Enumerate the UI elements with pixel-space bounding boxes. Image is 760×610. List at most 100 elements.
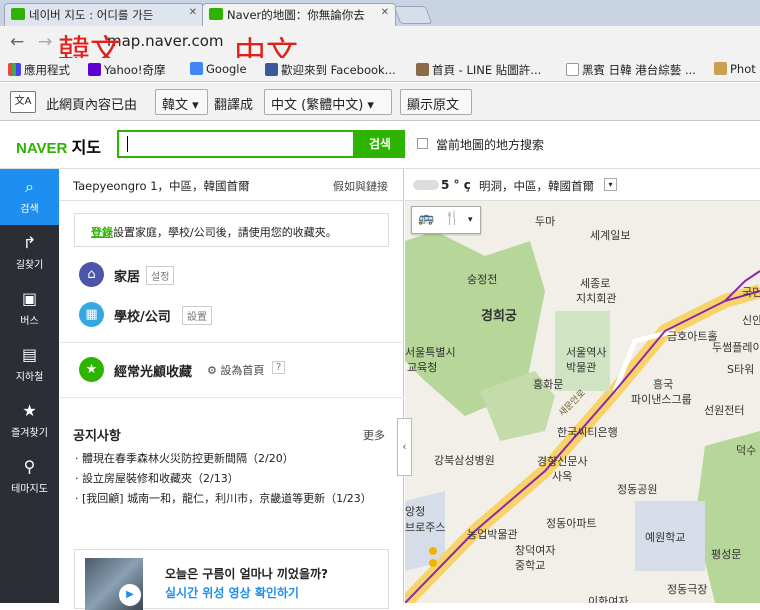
show-original-button[interactable]: 顯示原文 (400, 89, 472, 115)
map-label: 흥국 (653, 378, 674, 391)
notice-title: 공지사항 (73, 429, 121, 444)
bookmark-yahoo[interactable]: Yahoo!奇摩 (88, 62, 165, 78)
frequent-favorites[interactable]: ★ 經常光顧收藏 ⚙ 設為首頁 ? (79, 357, 399, 383)
map-label: 중학교 (515, 559, 546, 572)
search-button[interactable]: 검색 (355, 130, 405, 158)
map-label: 지치회관 (576, 292, 617, 305)
map-label: 브로주스 (405, 521, 446, 534)
restaurant-icon[interactable]: 🍴 (444, 211, 460, 226)
map-label: 세종로 (580, 277, 611, 290)
bus-stop-marker (429, 559, 437, 567)
map-label: 서울특별시 (405, 346, 456, 359)
notice-more-link[interactable]: 更多 (363, 427, 385, 443)
map-label: 강북삼성병원 (434, 454, 495, 467)
star-icon: ★ (22, 401, 37, 420)
map-header: NAVER 지도 검색 當前地圖的地方搜索 (0, 121, 760, 169)
map-label: 파이낸스그룹 (631, 393, 692, 406)
new-tab-button[interactable] (393, 6, 433, 24)
school-set-button[interactable]: 設置 (182, 306, 212, 325)
bookmark-apps[interactable]: 應用程式 (8, 62, 70, 78)
map-label: 박물관 (566, 361, 597, 374)
home-icon: ⌂ (79, 262, 104, 287)
page-icon (566, 63, 579, 76)
login-prompt: 登錄設置家庭，學校/公司後，請使用您的收藏夾。 (74, 213, 389, 247)
weather-temperature: 5 ° ç (441, 178, 471, 192)
map-label: S타워 (727, 363, 755, 376)
banner-headline: 오늘은 구름이 얼마나 끼었을까? (165, 567, 329, 581)
bus-layer-icon[interactable]: 🚌 (418, 211, 434, 226)
bookmark-facebook[interactable]: 歡迎來到 Facebook... (265, 62, 396, 78)
nav-bus[interactable]: ▣ 버스 (0, 281, 59, 337)
weather-bar: 5 ° ç 明洞，中區，韓國首爾 ▾ (405, 169, 760, 201)
bookmark-variety[interactable]: 黑賓 日韓 港台綜藝 ... (566, 62, 696, 78)
map-label: 숭정전 (467, 273, 498, 286)
map-label: 두썸플레이 (712, 341, 760, 354)
facebook-icon (265, 63, 278, 76)
nearby-search-label: 當前地圖的地方搜索 (436, 138, 545, 152)
collapse-panel-button[interactable]: ‹ (397, 418, 412, 476)
nearby-search-checkbox[interactable] (417, 138, 428, 149)
weather-dropdown[interactable]: ▾ (604, 178, 617, 191)
map-tool-bar: 🚌 🍴 ▾ (411, 206, 481, 234)
side-panel: Taepyeongro 1，中區，韓國首爾 假如與鏈接 登錄設置家庭，學校/公司… (59, 169, 404, 610)
bookmark-google[interactable]: Google (190, 62, 247, 76)
close-tab-icon[interactable]: ✕ (189, 7, 197, 18)
location-link[interactable]: 假如與鏈接 (333, 178, 388, 194)
map-label: 신안 (742, 314, 760, 327)
search-icon: ⌕ (25, 177, 34, 196)
map-label: 국민 (742, 286, 760, 299)
search-input[interactable] (117, 130, 355, 158)
nav-search[interactable]: ⌕ 검색 (0, 169, 59, 225)
map-label: 한국씨티은행 (557, 426, 618, 439)
pin-icon: ⚲ (23, 457, 36, 476)
map-label: 금호아트홀 (667, 330, 718, 343)
map-label: 경향신문사 (537, 455, 588, 468)
target-language-select[interactable]: 中文 (繁體中文) ▾ (264, 89, 392, 115)
location-bar: Taepyeongro 1，中區，韓國首爾 假如與鏈接 (59, 169, 404, 201)
naver-favicon-icon (11, 8, 25, 20)
nav-subway[interactable]: ▤ 지하철 (0, 337, 59, 393)
nav-favorites[interactable]: ★ 즐겨찾기 (0, 393, 59, 449)
weather-location: 明洞，中區，韓國首爾 (479, 179, 594, 193)
notice-item[interactable]: · [我回顧] 城南一和，龍仁，利川市，京畿道等更新（1/23） (75, 490, 390, 508)
notice-item[interactable]: · 體現在春季森林火災防控更新間隔（2/20） (75, 450, 390, 468)
nav-theme-map[interactable]: ⚲ 테마지도 (0, 449, 59, 505)
map-label: 창덕여자 (515, 544, 556, 557)
bookmark-phot[interactable]: Phot (714, 62, 756, 76)
set-home-button[interactable]: ⚙ 設為首頁 (207, 362, 264, 378)
chevron-down-icon[interactable]: ▾ (468, 215, 473, 225)
tab-naver-chinese[interactable]: Naver的地圖：你無論你去 ✕ (202, 3, 396, 26)
satellite-banner[interactable]: ▶ 오늘은 구름이 얼마나 끼었을까? 실시간 위성 영상 확인하기 (74, 549, 389, 610)
notice-item[interactable]: · 設立房屋裝修和收藏夾（2/13） (75, 470, 390, 488)
map-label: 서울역사 (566, 346, 607, 359)
map-canvas[interactable]: 🚌 🍴 ▾ 두마 세계일보 숭정전 세종로 지치회관 국민 경희궁 금호아트홀 … (405, 201, 760, 603)
current-location: Taepyeongro 1，中區，韓國首爾 (73, 179, 250, 193)
translate-icon: 文A (10, 91, 36, 113)
naver-logo[interactable]: NAVER 지도 (16, 134, 101, 158)
tab-naver-korean[interactable]: 네이버 지도 : 어디를 가든 ✕ (4, 3, 204, 26)
banner-link[interactable]: 실시간 위성 영상 확인하기 (165, 584, 299, 601)
bus-stop-marker (429, 547, 437, 555)
map-label: 경희궁 (481, 309, 517, 324)
forward-arrow-icon[interactable]: → (38, 32, 52, 52)
back-arrow-icon[interactable]: ← (10, 32, 24, 52)
cloud-icon (413, 180, 439, 190)
source-language-select[interactable]: 韓文 ▾ (155, 89, 208, 115)
help-button[interactable]: ? (272, 361, 286, 374)
bus-icon: ▣ (21, 289, 38, 308)
url-field[interactable]: map.naver.com (107, 32, 224, 50)
star-icon: ★ (79, 357, 104, 382)
bookmarks-bar: 應用程式 Yahoo!奇摩 Google 歡迎來到 Facebook... 首頁… (0, 58, 760, 82)
bookmark-line[interactable]: 首頁 - LINE 貼圖許... (416, 62, 541, 78)
school-label: 學校/公司 (114, 310, 171, 325)
map-label: 정동아파트 (546, 517, 597, 530)
login-link[interactable]: 登錄 (91, 226, 113, 239)
map-label: 덕수 (736, 444, 757, 457)
map-label: 농업박물관 (467, 528, 518, 541)
map-label: 두마 (535, 215, 556, 228)
close-tab-icon[interactable]: ✕ (381, 7, 389, 18)
directions-icon: ↱ (22, 233, 37, 252)
nav-directions[interactable]: ↱ 길찾기 (0, 225, 59, 281)
naver-favicon-icon (209, 8, 223, 20)
home-set-button[interactable]: 설정 (146, 266, 175, 285)
